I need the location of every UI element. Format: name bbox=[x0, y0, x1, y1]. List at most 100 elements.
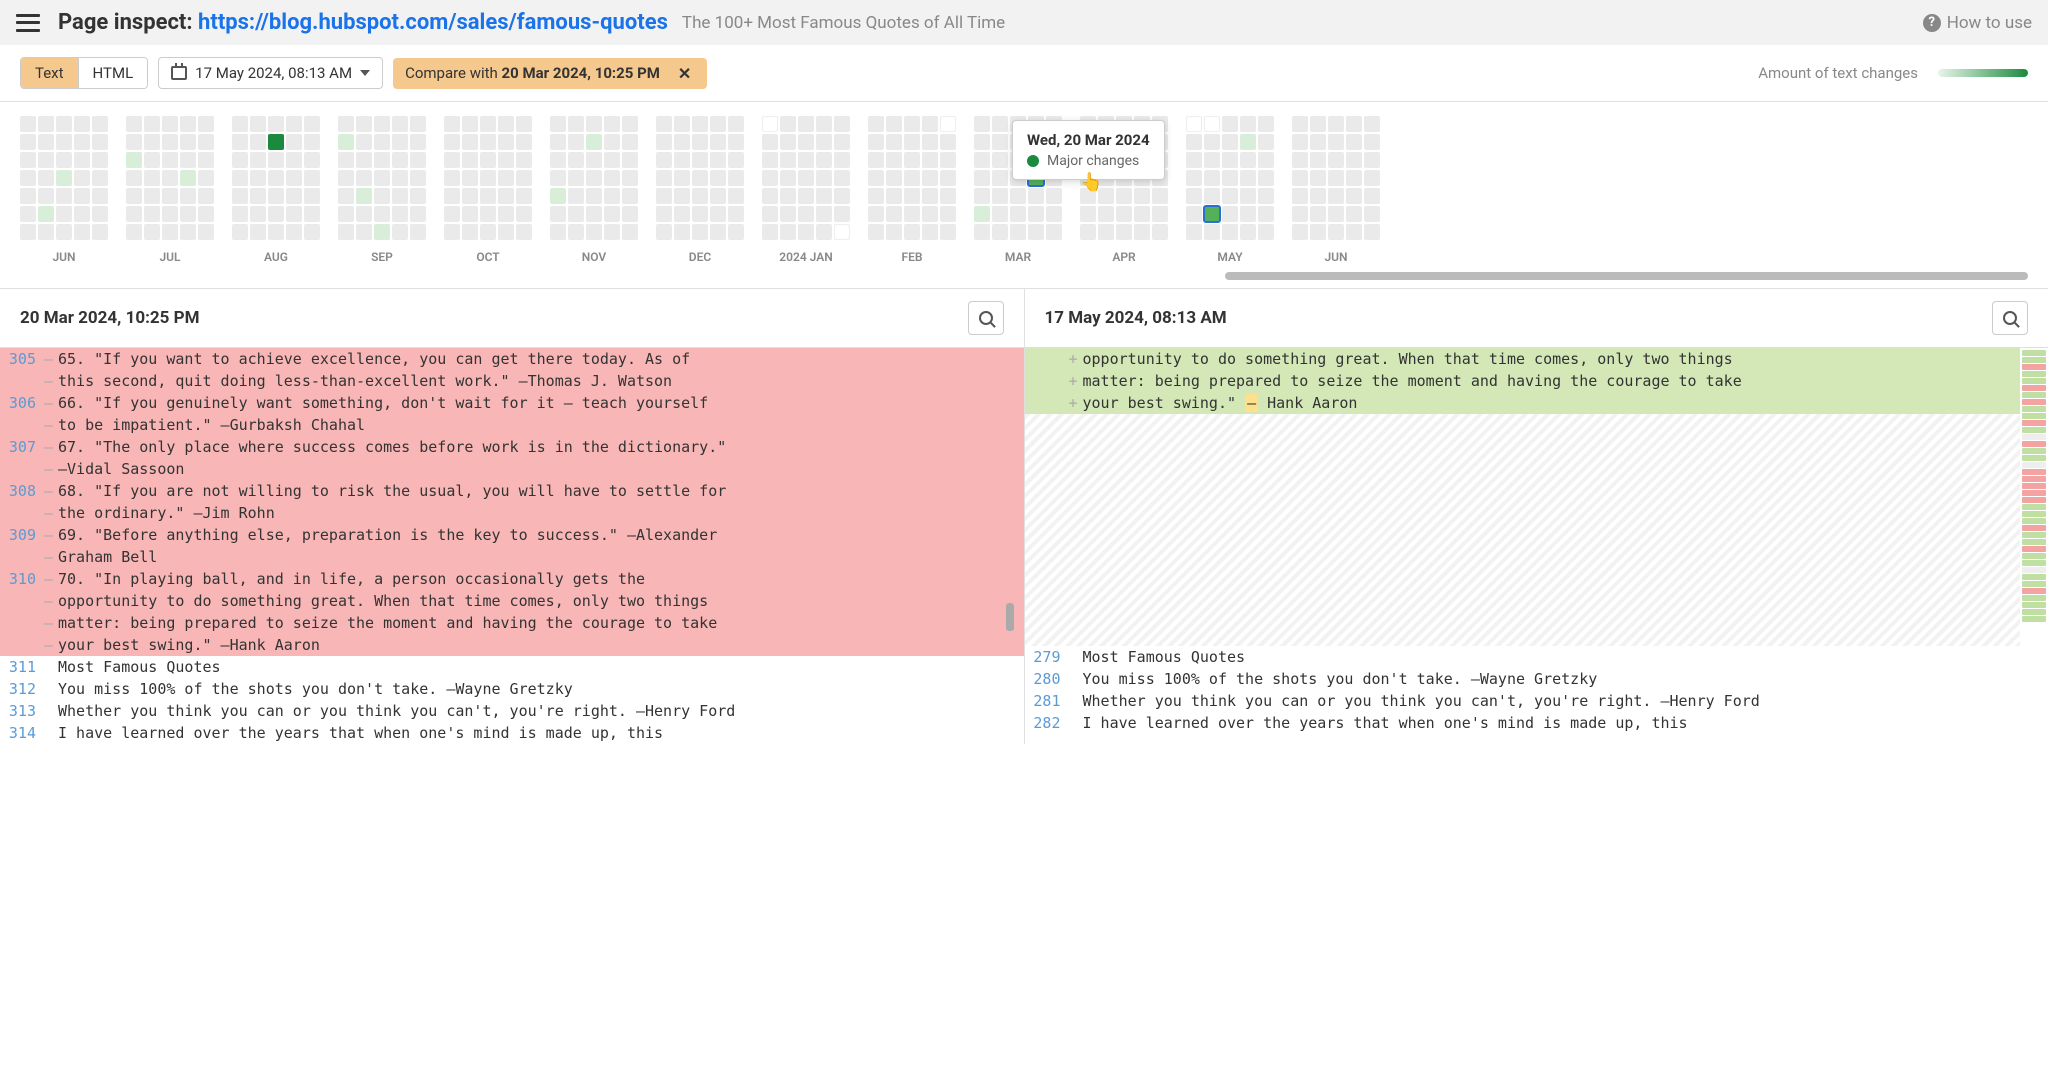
timeline-cell[interactable] bbox=[444, 116, 460, 132]
timeline-cell[interactable] bbox=[180, 206, 196, 222]
timeline-cell[interactable] bbox=[1186, 170, 1202, 186]
timeline-cell[interactable] bbox=[338, 224, 354, 240]
timeline-cell[interactable] bbox=[904, 116, 920, 132]
timeline-cell[interactable] bbox=[1346, 170, 1362, 186]
timeline-cell[interactable] bbox=[586, 152, 602, 168]
timeline-cell[interactable] bbox=[940, 188, 956, 204]
timeline-cell[interactable] bbox=[656, 134, 672, 150]
timeline-cell[interactable] bbox=[586, 170, 602, 186]
timeline-cell[interactable] bbox=[286, 152, 302, 168]
minimap-block[interactable] bbox=[2022, 553, 2046, 559]
timeline-cell[interactable] bbox=[762, 206, 778, 222]
timeline-cell[interactable] bbox=[656, 206, 672, 222]
html-toggle[interactable]: HTML bbox=[78, 58, 148, 88]
timeline-cell[interactable] bbox=[728, 188, 744, 204]
timeline-cell[interactable] bbox=[550, 134, 566, 150]
timeline-cell[interactable] bbox=[674, 206, 690, 222]
timeline-cell[interactable] bbox=[144, 188, 160, 204]
timeline-cell[interactable] bbox=[568, 116, 584, 132]
timeline-cell[interactable] bbox=[410, 116, 426, 132]
timeline-cell[interactable] bbox=[568, 134, 584, 150]
timeline-cell[interactable] bbox=[1152, 206, 1168, 222]
timeline-cell[interactable] bbox=[198, 134, 214, 150]
timeline-cell[interactable] bbox=[816, 116, 832, 132]
timeline-cell[interactable] bbox=[868, 116, 884, 132]
timeline-cell[interactable] bbox=[126, 152, 142, 168]
timeline-cell[interactable] bbox=[622, 206, 638, 222]
timeline-cell[interactable] bbox=[462, 116, 478, 132]
timeline-cell[interactable] bbox=[144, 134, 160, 150]
timeline-cell[interactable] bbox=[410, 206, 426, 222]
timeline-cell[interactable] bbox=[232, 206, 248, 222]
timeline-cell[interactable] bbox=[568, 188, 584, 204]
minimap-block[interactable] bbox=[2022, 413, 2046, 419]
timeline-cell[interactable] bbox=[374, 206, 390, 222]
timeline-cell[interactable] bbox=[1364, 170, 1380, 186]
minimap-block[interactable] bbox=[2022, 469, 2046, 475]
timeline-cell[interactable] bbox=[92, 188, 108, 204]
timeline-cell[interactable] bbox=[1240, 206, 1256, 222]
timeline-cell[interactable] bbox=[940, 206, 956, 222]
timeline-cell[interactable] bbox=[674, 134, 690, 150]
timeline-cell[interactable] bbox=[1204, 152, 1220, 168]
page-url-link[interactable]: https://blog.hubspot.com/sales/famous-qu… bbox=[198, 10, 668, 35]
timeline-cell[interactable] bbox=[692, 116, 708, 132]
timeline-cell[interactable] bbox=[410, 188, 426, 204]
timeline-cell[interactable] bbox=[1258, 188, 1274, 204]
timeline-cell[interactable] bbox=[250, 116, 266, 132]
timeline-cell[interactable] bbox=[922, 206, 938, 222]
minimap-block[interactable] bbox=[2022, 357, 2046, 363]
timeline-cell[interactable] bbox=[1204, 224, 1220, 240]
timeline-cell[interactable] bbox=[656, 188, 672, 204]
minimap-block[interactable] bbox=[2022, 399, 2046, 405]
timeline-cell[interactable] bbox=[92, 170, 108, 186]
timeline-cell[interactable] bbox=[198, 206, 214, 222]
timeline-cell[interactable] bbox=[20, 206, 36, 222]
timeline-cell[interactable] bbox=[74, 116, 90, 132]
timeline-cell[interactable] bbox=[56, 134, 72, 150]
timeline-cell[interactable] bbox=[992, 188, 1008, 204]
timeline-cell[interactable] bbox=[356, 116, 372, 132]
date-selector[interactable]: 17 May 2024, 08:13 AM bbox=[158, 57, 383, 89]
timeline-cell[interactable] bbox=[834, 224, 850, 240]
timeline-cell[interactable] bbox=[392, 152, 408, 168]
timeline-cell[interactable] bbox=[1186, 152, 1202, 168]
right-search-button[interactable] bbox=[1992, 301, 2028, 335]
minimap-block[interactable] bbox=[2022, 441, 2046, 447]
timeline-cell[interactable] bbox=[162, 224, 178, 240]
text-toggle[interactable]: Text bbox=[21, 58, 78, 88]
timeline-cell[interactable] bbox=[1204, 116, 1220, 132]
timeline-cell[interactable] bbox=[992, 224, 1008, 240]
timeline-cell[interactable] bbox=[498, 224, 514, 240]
timeline-cell[interactable] bbox=[816, 206, 832, 222]
timeline-cell[interactable] bbox=[232, 170, 248, 186]
timeline-cell[interactable] bbox=[834, 188, 850, 204]
timeline-cell[interactable] bbox=[286, 116, 302, 132]
minimap-block[interactable] bbox=[2022, 525, 2046, 531]
timeline-cell[interactable] bbox=[922, 188, 938, 204]
minimap-block[interactable] bbox=[2022, 546, 2046, 552]
timeline-cell[interactable] bbox=[304, 224, 320, 240]
timeline-cell[interactable] bbox=[198, 116, 214, 132]
timeline-cell[interactable] bbox=[550, 188, 566, 204]
timeline-cell[interactable] bbox=[1222, 188, 1238, 204]
timeline-cell[interactable] bbox=[410, 224, 426, 240]
timeline-cell[interactable] bbox=[250, 152, 266, 168]
timeline-cell[interactable] bbox=[1364, 206, 1380, 222]
timeline-cell[interactable] bbox=[516, 152, 532, 168]
minimap-block[interactable] bbox=[2022, 483, 2046, 489]
timeline-cell[interactable] bbox=[710, 206, 726, 222]
timeline-cell[interactable] bbox=[728, 152, 744, 168]
timeline-cell[interactable] bbox=[1222, 152, 1238, 168]
timeline-cell[interactable] bbox=[338, 116, 354, 132]
timeline-cell[interactable] bbox=[20, 188, 36, 204]
timeline-cell[interactable] bbox=[374, 134, 390, 150]
timeline-cell[interactable] bbox=[974, 134, 990, 150]
timeline-cell[interactable] bbox=[1186, 188, 1202, 204]
timeline-cell[interactable] bbox=[834, 152, 850, 168]
timeline-cell[interactable] bbox=[622, 134, 638, 150]
timeline-cell[interactable] bbox=[798, 188, 814, 204]
timeline-cell[interactable] bbox=[1240, 224, 1256, 240]
timeline-cell[interactable] bbox=[480, 116, 496, 132]
minimap-block[interactable] bbox=[2022, 567, 2046, 573]
